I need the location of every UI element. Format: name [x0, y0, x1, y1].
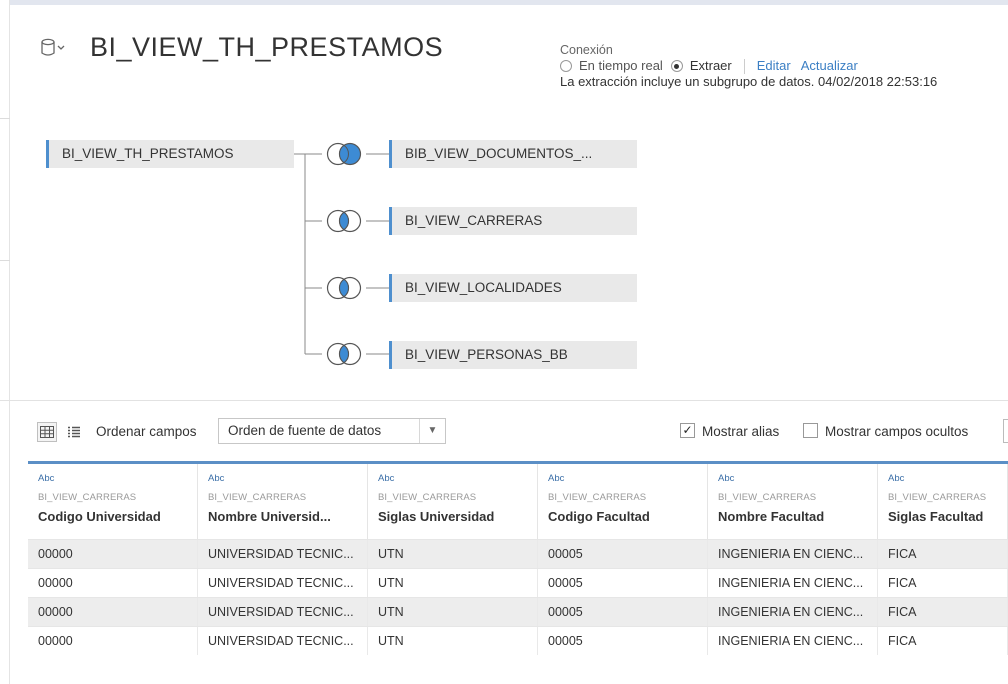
table-row: 00000 UNIVERSIDAD TECNIC... UTN 00005 IN…	[28, 539, 1008, 568]
table-cell[interactable]: UTN	[368, 598, 538, 626]
table-pill[interactable]: BI_VIEW_CARRERAS	[389, 207, 637, 235]
table-cell[interactable]: 00005	[538, 627, 708, 655]
table-cell[interactable]: 00000	[28, 598, 198, 626]
table-cell[interactable]: INGENIERIA EN CIENC...	[708, 627, 878, 655]
show-alias-checkbox[interactable]: ✓	[680, 423, 695, 438]
table-pill-left[interactable]: BI_VIEW_TH_PRESTAMOS	[46, 140, 294, 168]
column-header[interactable]: Abc BI_VIEW_CARRERAS Nombre Universid...	[198, 464, 368, 539]
column-name[interactable]: Codigo Universidad	[38, 509, 197, 525]
column-header[interactable]: Abc BI_VIEW_CARRERAS Nombre Facultad	[708, 464, 878, 539]
table-cell[interactable]: FICA	[878, 627, 1008, 655]
column-source: BI_VIEW_CARRERAS	[378, 492, 477, 503]
column-source: BI_VIEW_CARRERAS	[548, 492, 647, 503]
column-header[interactable]: Abc BI_VIEW_CARRERAS Codigo Universidad	[28, 464, 198, 539]
data-grid: Abc BI_VIEW_CARRERAS Codigo Universidad …	[28, 461, 1008, 655]
table-pill[interactable]: BI_VIEW_LOCALIDADES	[389, 274, 637, 302]
string-type-icon[interactable]: Abc	[718, 473, 877, 485]
list-icon	[68, 426, 80, 438]
table-cell[interactable]: UNIVERSIDAD TECNIC...	[198, 598, 368, 626]
column-name[interactable]: Nombre Universid...	[208, 509, 367, 525]
table-cell[interactable]: UTN	[368, 627, 538, 655]
column-source: BI_VIEW_CARRERAS	[888, 492, 987, 503]
column-header[interactable]: Abc BI_VIEW_CARRERAS Siglas Facultad	[878, 464, 1008, 539]
column-header[interactable]: Abc BI_VIEW_CARRERAS Codigo Facultad	[538, 464, 708, 539]
table-cell[interactable]: UNIVERSIDAD TECNIC...	[198, 627, 368, 655]
table-row: 00000 UNIVERSIDAD TECNIC... UTN 00005 IN…	[28, 597, 1008, 626]
join-icon-inner[interactable]	[321, 276, 367, 300]
sort-fields-value: Orden de fuente de datos	[228, 423, 382, 438]
table-name: BIB_VIEW_DOCUMENTOS_...	[405, 146, 593, 161]
string-type-icon[interactable]: Abc	[378, 473, 537, 485]
table-cell[interactable]: FICA	[878, 540, 1008, 568]
column-name[interactable]: Siglas Facultad	[888, 509, 1007, 525]
table-cell[interactable]: 00005	[538, 598, 708, 626]
table-cell[interactable]: FICA	[878, 598, 1008, 626]
table-name: BI_VIEW_TH_PRESTAMOS	[62, 146, 234, 161]
string-type-icon[interactable]: Abc	[208, 473, 367, 485]
sort-fields-dropdown[interactable]: Orden de fuente de datos ▼	[218, 418, 446, 444]
table-pill[interactable]: BIB_VIEW_DOCUMENTOS_...	[389, 140, 637, 168]
table-cell[interactable]: 00005	[538, 569, 708, 597]
join-icon-inner[interactable]	[321, 209, 367, 233]
table-cell[interactable]: UNIVERSIDAD TECNIC...	[198, 569, 368, 597]
join-icon-inner[interactable]	[321, 342, 367, 366]
column-name[interactable]: Nombre Facultad	[718, 509, 877, 525]
table-cell[interactable]: INGENIERIA EN CIENC...	[708, 540, 878, 568]
table-cell[interactable]: UTN	[368, 569, 538, 597]
rows-input[interactable]	[1003, 419, 1008, 443]
table-row: 00000 UNIVERSIDAD TECNIC... UTN 00005 IN…	[28, 626, 1008, 655]
table-name: BI_VIEW_CARRERAS	[405, 213, 543, 228]
show-hidden-fields-label[interactable]: Mostrar campos ocultos	[825, 424, 968, 439]
join-icon-right[interactable]	[321, 142, 367, 166]
join-diagram	[294, 153, 389, 355]
grid-header: Abc BI_VIEW_CARRERAS Codigo Universidad …	[28, 461, 1008, 539]
table-pill[interactable]: BI_VIEW_PERSONAS_BB	[389, 341, 637, 369]
table-cell[interactable]: UTN	[368, 540, 538, 568]
string-type-icon[interactable]: Abc	[38, 473, 197, 485]
show-hidden-fields-checkbox[interactable]	[803, 423, 818, 438]
table-name: BI_VIEW_LOCALIDADES	[405, 280, 562, 295]
table-cell[interactable]: UNIVERSIDAD TECNIC...	[198, 540, 368, 568]
table-cell[interactable]: INGENIERIA EN CIENC...	[708, 569, 878, 597]
table-row: 00000 UNIVERSIDAD TECNIC... UTN 00005 IN…	[28, 568, 1008, 597]
column-header[interactable]: Abc BI_VIEW_CARRERAS Siglas Universidad	[368, 464, 538, 539]
table-cell[interactable]: INGENIERIA EN CIENC...	[708, 598, 878, 626]
table-cell[interactable]: 00000	[28, 540, 198, 568]
show-alias-label[interactable]: Mostrar alias	[702, 424, 779, 439]
column-source: BI_VIEW_CARRERAS	[38, 492, 137, 503]
column-name[interactable]: Siglas Universidad	[378, 509, 537, 525]
table-cell[interactable]: 00000	[28, 627, 198, 655]
grid-view-button[interactable]	[37, 422, 57, 442]
table-cell[interactable]: FICA	[878, 569, 1008, 597]
chevron-down-icon[interactable]: ▼	[419, 419, 445, 443]
table-name: BI_VIEW_PERSONAS_BB	[405, 347, 568, 362]
column-source: BI_VIEW_CARRERAS	[718, 492, 817, 503]
sort-fields-label: Ordenar campos	[96, 424, 197, 439]
column-name[interactable]: Codigo Facultad	[548, 509, 707, 525]
table-cell[interactable]: 00000	[28, 569, 198, 597]
string-type-icon[interactable]: Abc	[548, 473, 707, 485]
grid-icon	[40, 426, 54, 438]
table-cell[interactable]: 00005	[538, 540, 708, 568]
list-view-button[interactable]	[64, 422, 84, 442]
grid-toolbar: Ordenar campos Orden de fuente de datos …	[0, 400, 1008, 460]
column-source: BI_VIEW_CARRERAS	[208, 492, 307, 503]
string-type-icon[interactable]: Abc	[888, 473, 1007, 485]
